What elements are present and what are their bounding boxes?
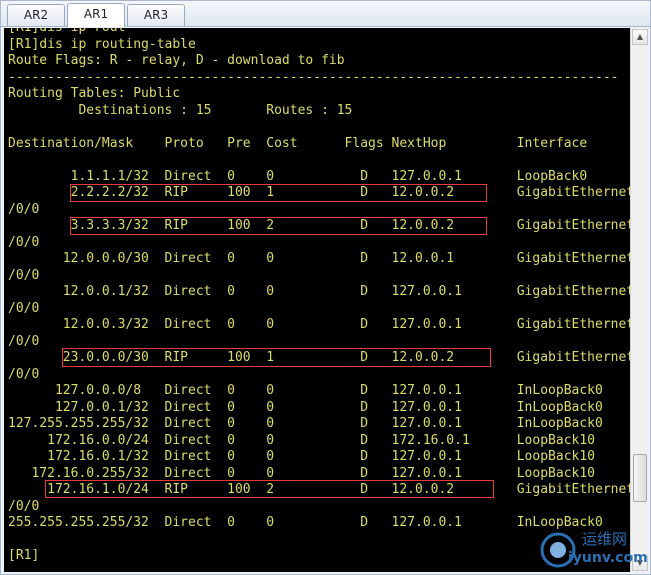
terminal-line: 255.255.255.255/32 Direct 0 0 D 127.0.0.… xyxy=(8,515,603,530)
terminal-line: 172.16.0.0/24 Direct 0 0 D 172.16.0.1 Lo… xyxy=(8,433,595,448)
terminal-line: /0/0 xyxy=(8,367,40,382)
terminal-line: 127.0.0.0/8 Direct 0 0 D 127.0.0.1 InLoo… xyxy=(8,383,603,398)
terminal-line: /0/0 xyxy=(8,202,40,217)
watermark-domain-text: iyunv.com xyxy=(568,550,648,566)
terminal-line: 23.0.0.0/30 RIP 100 1 D 12.0.0.2 Gigabit… xyxy=(8,350,630,365)
terminal-line: /0/0 xyxy=(8,499,40,514)
terminal-line: Route Flags: R - relay, D - download to … xyxy=(8,53,345,68)
terminal-line: Destination/Mask Proto Pre Cost Flags Ne… xyxy=(8,136,588,151)
tab-bar: AR2 AR1 AR3 xyxy=(1,1,650,27)
terminal-line: 12.0.0.3/32 Direct 0 0 D 127.0.0.1 Gigab… xyxy=(8,317,630,332)
terminal-line: [R1]dis ip rout xyxy=(8,28,125,36)
terminal-line: [R1] xyxy=(8,548,40,563)
terminal-line: /0/0 xyxy=(8,301,40,316)
tab-ar2[interactable]: AR2 xyxy=(7,4,65,26)
terminal-line: 12.0.0.1/32 Direct 0 0 D 127.0.0.1 Gigab… xyxy=(8,284,630,299)
terminal-line: 2.2.2.2/32 RIP 100 1 D 12.0.0.2 GigabitE… xyxy=(8,185,630,200)
scrollbar-thumb[interactable] xyxy=(633,454,647,502)
terminal-line: /0/0 xyxy=(8,334,40,349)
terminal-line: 172.16.0.255/32 Direct 0 0 D 127.0.0.1 L… xyxy=(8,466,595,481)
terminal-line: ----------------------------------------… xyxy=(8,70,619,85)
terminal-line: /0/0 xyxy=(8,235,40,250)
terminal-line: 12.0.0.0/30 Direct 0 0 D 12.0.0.1 Gigabi… xyxy=(8,251,630,266)
vertical-scrollbar[interactable]: ▲ ▼ xyxy=(630,28,649,572)
terminal-line: 3.3.3.3/32 RIP 100 2 D 12.0.0.2 GigabitE… xyxy=(8,218,630,233)
watermark: 运维网 iyunv.com xyxy=(538,528,648,572)
tab-ar1[interactable]: AR1 xyxy=(67,3,125,27)
terminal-line: 172.16.1.0/24 RIP 100 2 D 12.0.0.2 Gigab… xyxy=(8,482,630,497)
terminal-line: Destinations : 15 Routes : 15 xyxy=(8,103,353,118)
tab-ar3[interactable]: AR3 xyxy=(127,4,185,26)
terminal-window: AR2 AR1 AR3 [R1]dis ip rout[R1]dis ip ro… xyxy=(0,0,651,575)
scroll-up-arrow-icon[interactable]: ▲ xyxy=(632,29,648,45)
terminal-line: 172.16.0.1/32 Direct 0 0 D 127.0.0.1 Loo… xyxy=(8,449,595,464)
terminal-line: 1.1.1.1/32 Direct 0 0 D 127.0.0.1 LoopBa… xyxy=(8,169,588,184)
terminal-line: Routing Tables: Public xyxy=(8,86,181,101)
watermark-chinese-text: 运维网 xyxy=(582,530,628,548)
terminal-line: /0/0 xyxy=(8,268,40,283)
terminal-line: 127.0.0.1/32 Direct 0 0 D 127.0.0.1 InLo… xyxy=(8,400,603,415)
terminal-line: [R1]dis ip routing-table xyxy=(8,37,196,52)
terminal-line: 127.255.255.255/32 Direct 0 0 D 127.0.0.… xyxy=(8,416,603,431)
terminal-output[interactable]: [R1]dis ip rout[R1]dis ip routing-tableR… xyxy=(4,28,630,572)
